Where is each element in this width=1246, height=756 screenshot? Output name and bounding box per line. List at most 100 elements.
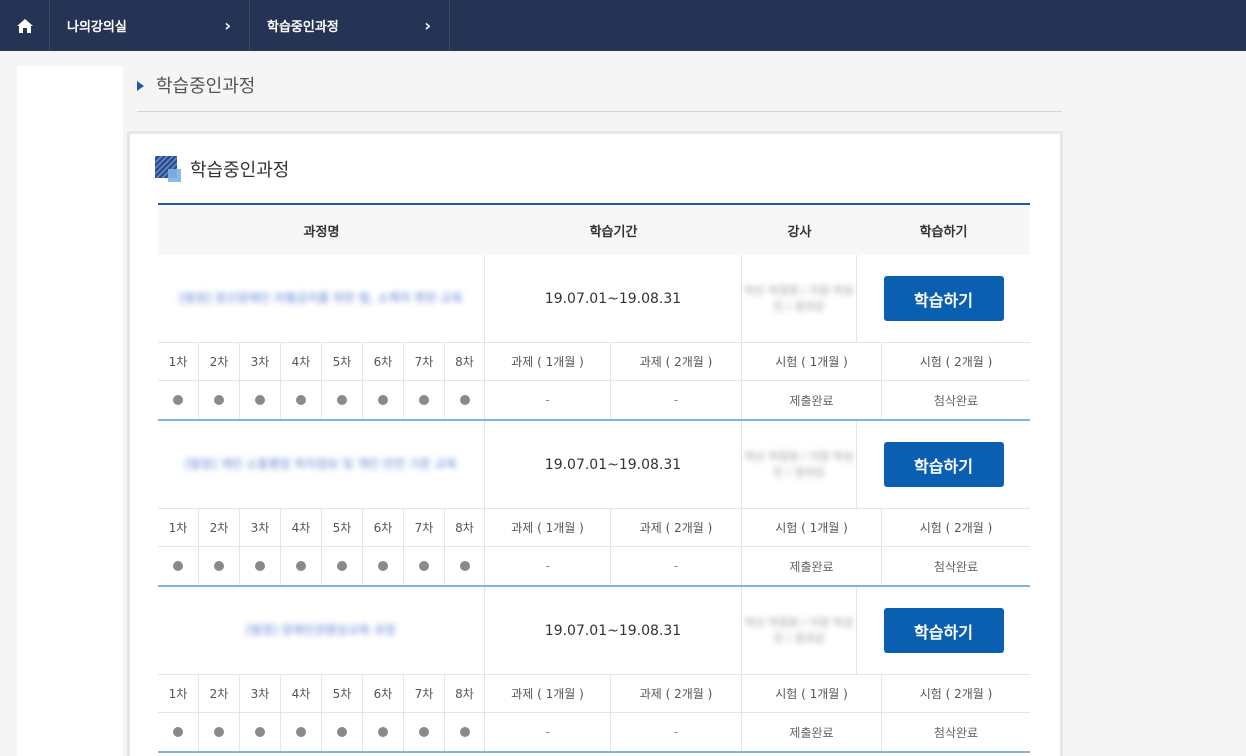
exam-2-status: 첨삭완료 <box>933 725 979 740</box>
round-dot-icon <box>255 727 265 737</box>
round-dot-icon <box>173 727 183 737</box>
round-label: 3차 <box>240 343 281 380</box>
course-name-cell: [법정] 정신장애인 차별금지를 위한 법, 소책자 편찬 교육 <box>158 255 485 342</box>
course-list: [법정] 정신장애인 차별금지를 위한 법, 소책자 편찬 교육 19.07.0… <box>158 255 1030 753</box>
breadcrumb-label: 학습중인과정 <box>267 20 339 35</box>
round-dot-icon <box>419 395 429 405</box>
round-label: 6차 <box>363 675 404 712</box>
study-cell: 학습하기 <box>857 421 1030 508</box>
assignment-1-status: - <box>485 381 611 419</box>
round-label: 5차 <box>322 343 363 380</box>
exam-1-status: 제출완료 <box>742 547 882 585</box>
round-status <box>281 381 322 419</box>
round-dot-icon <box>459 395 470 405</box>
round-status <box>199 713 240 751</box>
breadcrumb-label: 나의강의실 <box>67 20 127 35</box>
assignment-1-label: 과제 ( 1개월 ) <box>485 509 611 546</box>
table-header: 과정명 학습기간 강사 학습하기 <box>158 205 1030 255</box>
round-dot-icon <box>296 395 306 405</box>
round-dot-icon <box>337 561 347 571</box>
progress-label-row: 1차 2차 3차 4차 5차 6차 7차 8차 과제 ( 1개월 ) 과제 ( 2개월 ) 시험 (… <box>158 343 1030 381</box>
header-teacher: 강사 <box>787 224 812 240</box>
course-row: [법정] 정신장애인 차별금지를 위한 법, 소책자 편찬 교육 19.07.0… <box>158 255 1030 421</box>
round-label: 7차 <box>404 509 445 546</box>
round-label: 4차 <box>281 509 322 546</box>
course-period: 19.07.01~19.08.31 <box>485 587 742 674</box>
header-course-name: 과정명 <box>303 224 340 240</box>
round-status <box>445 547 485 585</box>
round-dot-icon <box>337 727 347 737</box>
round-label: 1차 <box>158 675 199 712</box>
exam-1-status: 제출완료 <box>742 713 882 751</box>
course-main-row: [법정] 장애인권향상교육 과정 19.07.01~19.08.31 박산 하정… <box>158 587 1030 675</box>
study-cell: 학습하기 <box>857 255 1030 342</box>
round-dot-icon <box>419 727 429 737</box>
round-label: 6차 <box>363 343 404 380</box>
round-label: 4차 <box>281 675 322 712</box>
round-dot-icon <box>255 561 265 571</box>
round-status <box>363 381 404 419</box>
course-main-row: [법정] 개인 소통행정 위치정보 및 개인 안전 기준 교육 19.07.01… <box>158 421 1030 509</box>
course-teacher: 박산 하정원 / 지원 박성민 / 경과강 <box>744 449 854 479</box>
assignment-1-label: 과제 ( 1개월 ) <box>485 343 611 380</box>
round-status <box>158 713 199 751</box>
course-name[interactable]: [법정] 개인 소통행정 위치정보 및 개인 안전 기준 교육 <box>185 456 457 473</box>
round-label: 2차 <box>199 675 240 712</box>
home-button[interactable] <box>0 0 50 51</box>
page-heading: 학습중인과정 <box>137 66 1062 112</box>
study-button[interactable]: 학습하기 <box>883 442 1004 487</box>
progress-status-row: - - 제출완료 첨삭완료 <box>158 381 1030 419</box>
round-status <box>199 547 240 585</box>
breadcrumb-my-classroom[interactable]: 나의강의실 › <box>50 0 250 51</box>
course-teacher-cell: 박산 하정원 / 지원 박성민 / 경과강 <box>742 587 857 674</box>
progress-status-row: - - 제출완료 첨삭완료 <box>158 713 1030 751</box>
round-status <box>158 547 199 585</box>
round-label: 7차 <box>404 343 445 380</box>
round-dot-icon <box>214 395 224 405</box>
assignment-2-label: 과제 ( 2개월 ) <box>611 675 742 712</box>
round-dot-icon <box>214 561 224 571</box>
round-dot-icon <box>214 727 224 737</box>
round-status <box>322 547 363 585</box>
progress-label-row: 1차 2차 3차 4차 5차 6차 7차 8차 과제 ( 1개월 ) 과제 ( 2개월 ) 시험 (… <box>158 675 1030 713</box>
round-dot-icon <box>255 395 265 405</box>
round-label: 3차 <box>240 509 281 546</box>
assignment-1-status: - <box>485 713 611 751</box>
header-period: 학습기간 <box>589 224 638 240</box>
round-status <box>240 547 281 585</box>
round-status <box>445 713 485 751</box>
round-dot-icon <box>378 395 388 405</box>
assignment-2-label: 과제 ( 2개월 ) <box>611 509 742 546</box>
round-dot-icon <box>378 561 388 571</box>
assignment-2-label: 과제 ( 2개월 ) <box>611 343 742 380</box>
assignment-2-status: - <box>611 713 742 751</box>
round-status <box>445 381 485 419</box>
round-label: 1차 <box>158 343 199 380</box>
assignment-2-status: - <box>611 381 742 419</box>
top-nav: 나의강의실 › 학습중인과정 › <box>0 0 1246 51</box>
assignment-2-status: - <box>611 547 742 585</box>
round-dot-icon <box>459 561 470 571</box>
breadcrumb-in-progress[interactable]: 학습중인과정 › <box>250 0 450 51</box>
exam-1-status: 제출완료 <box>742 381 882 419</box>
round-label: 7차 <box>404 675 445 712</box>
round-label: 2차 <box>199 343 240 380</box>
exam-2-label: 시험 ( 2개월 ) <box>919 521 993 535</box>
round-dot-icon <box>378 727 388 737</box>
round-label: 2차 <box>199 509 240 546</box>
round-status <box>322 381 363 419</box>
study-cell: 학습하기 <box>857 587 1030 674</box>
course-name[interactable]: [법정] 정신장애인 차별금지를 위한 법, 소책자 편찬 교육 <box>180 290 463 307</box>
study-button[interactable]: 학습하기 <box>883 608 1004 653</box>
round-status <box>322 713 363 751</box>
round-status <box>281 547 322 585</box>
round-dot-icon <box>419 561 429 571</box>
exam-2-label: 시험 ( 2개월 ) <box>919 355 993 369</box>
study-button[interactable]: 학습하기 <box>883 276 1004 321</box>
triangle-bullet-icon <box>137 80 144 91</box>
course-name[interactable]: [법정] 장애인권향상교육 과정 <box>246 622 395 639</box>
exam-1-label: 시험 ( 1개월 ) <box>742 343 882 380</box>
round-label: 8차 <box>445 343 485 380</box>
round-label: 5차 <box>322 675 363 712</box>
round-label: 1차 <box>158 509 199 546</box>
